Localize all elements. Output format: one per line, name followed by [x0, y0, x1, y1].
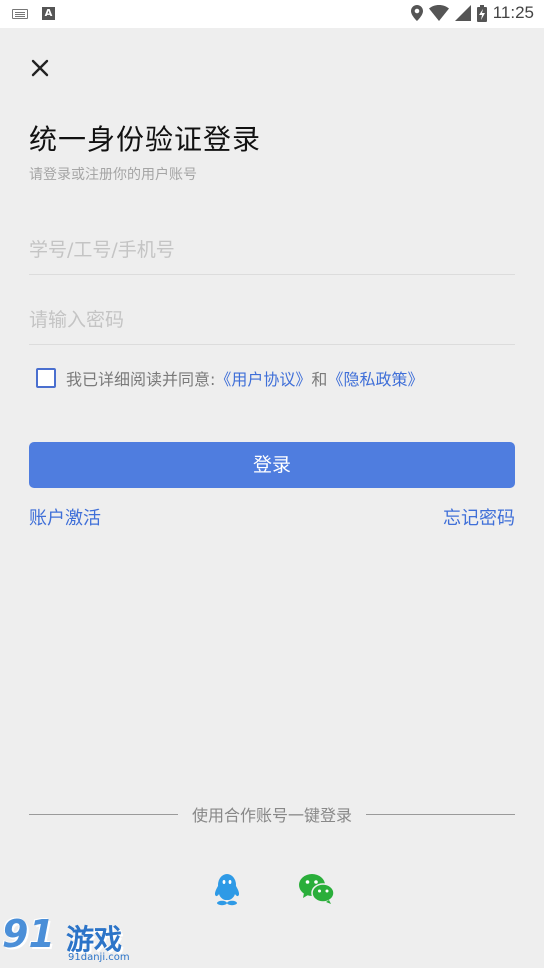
agreement-and: 和	[311, 370, 328, 389]
watermark-url: 91danji.com	[68, 952, 130, 963]
password-field-container	[29, 297, 515, 345]
wifi-icon	[428, 5, 449, 21]
location-icon	[410, 5, 423, 21]
wechat-login-button[interactable]	[298, 872, 336, 906]
close-button[interactable]	[26, 54, 54, 82]
agreement-prefix: 我已详细阅读并同意:	[66, 370, 216, 389]
agreement-row: 我已详细阅读并同意: 《用户协议》 和 《隐私政策》	[36, 366, 423, 390]
third-party-divider: 使用合作账号一键登录	[29, 802, 516, 826]
watermark-logo: 91 游戏 91danji.com	[0, 912, 140, 968]
username-field-container	[29, 227, 515, 275]
a-icon: A	[42, 7, 55, 20]
username-input[interactable]	[29, 227, 515, 273]
battery-icon	[476, 4, 487, 22]
qq-login-button[interactable]	[210, 872, 244, 906]
login-button[interactable]: 登录	[29, 442, 515, 488]
password-input[interactable]	[29, 297, 515, 343]
agreement-checkbox[interactable]	[36, 368, 56, 388]
user-agreement-link[interactable]: 《用户协议》	[215, 366, 311, 390]
wechat-icon	[299, 874, 335, 904]
page-title: 统一身份验证登录	[29, 123, 262, 156]
watermark-number: 91	[2, 912, 55, 956]
third-party-divider-text: 使用合作账号一键登录	[192, 806, 353, 825]
divider-line-right	[366, 813, 516, 815]
close-icon	[31, 59, 49, 77]
divider-line-left	[29, 813, 178, 815]
signal-icon	[454, 5, 471, 21]
keyboard-icon	[12, 8, 28, 19]
qq-icon	[214, 874, 240, 906]
forgot-password-link[interactable]: 忘记密码	[443, 504, 515, 530]
account-activate-link[interactable]: 账户激活	[29, 504, 101, 530]
privacy-policy-link[interactable]: 《隐私政策》	[327, 366, 423, 390]
status-bar: A 11:25	[0, 0, 544, 28]
page-subtitle: 请登录或注册你的用户账号	[29, 167, 197, 183]
status-time: 11:25	[492, 3, 534, 22]
